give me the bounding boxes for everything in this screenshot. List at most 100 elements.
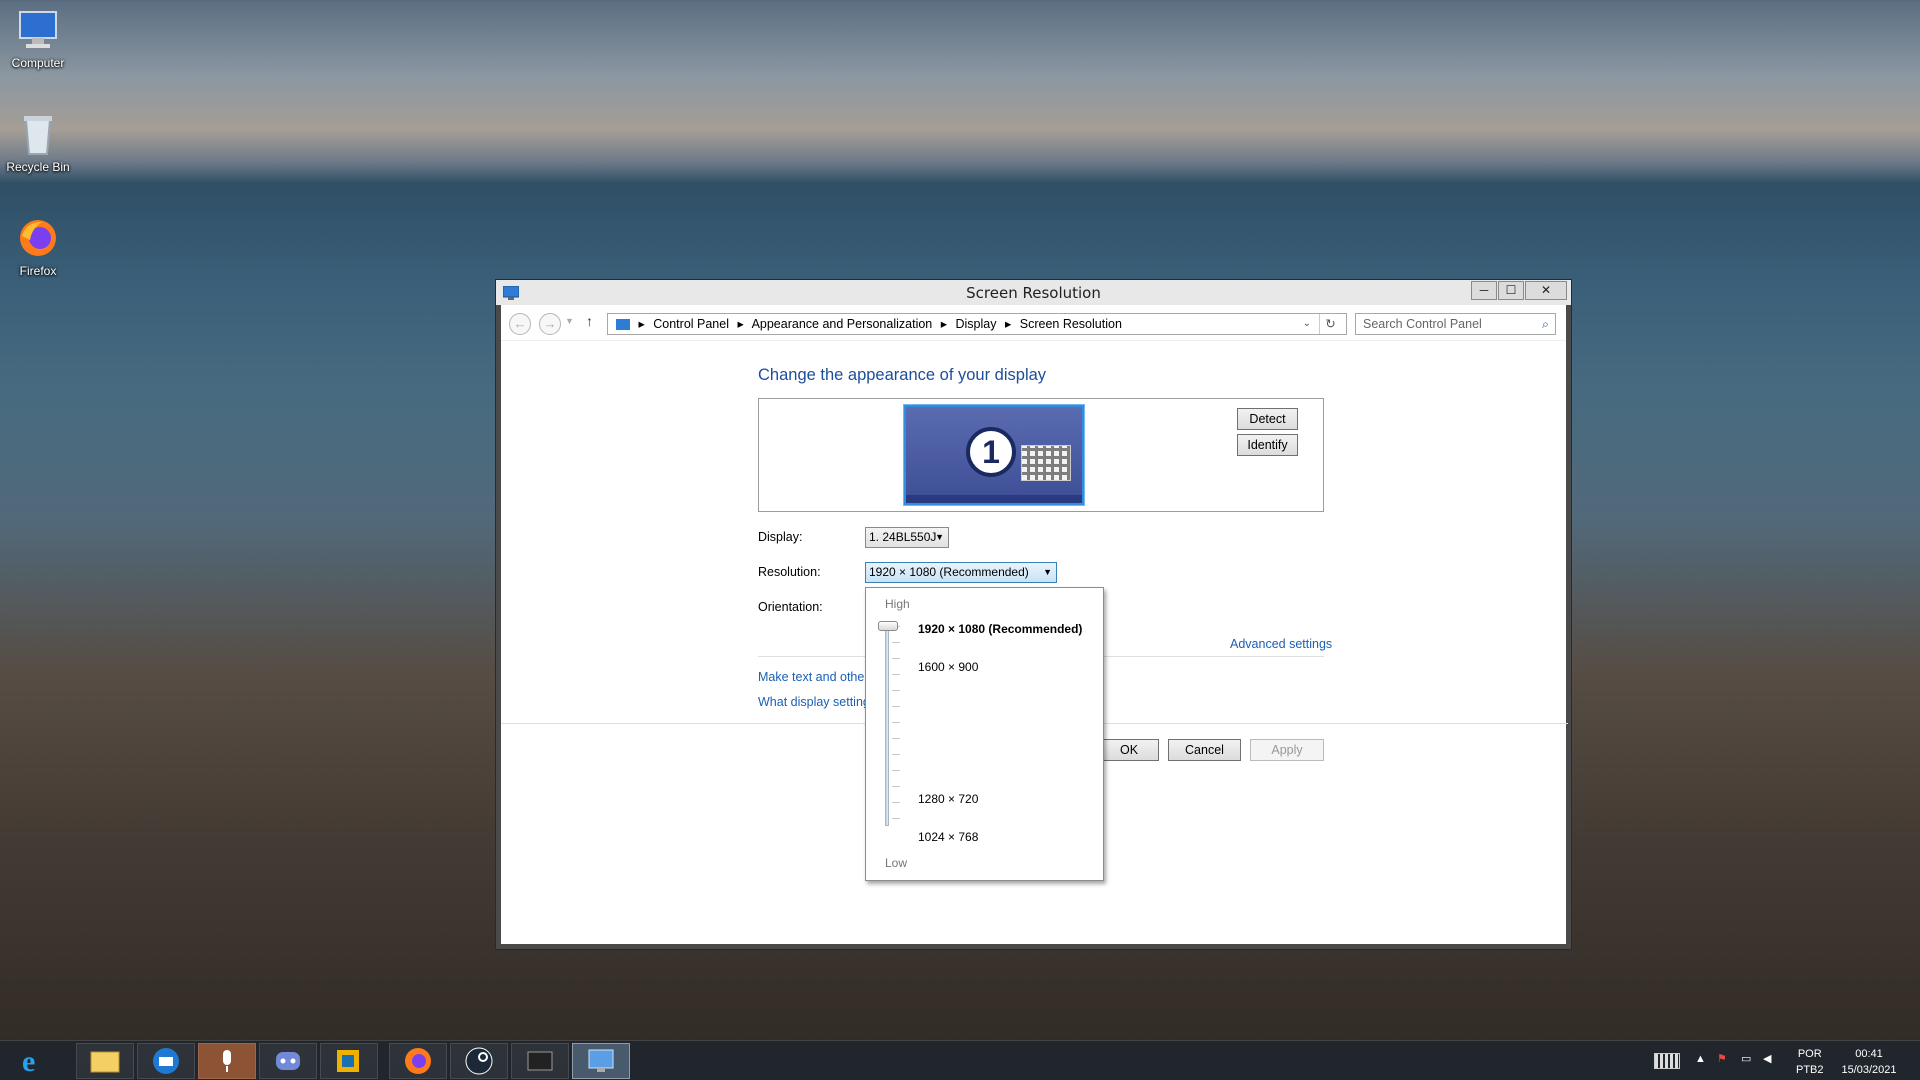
taskbar-internet-explorer[interactable]: e xyxy=(16,1043,74,1079)
detect-button[interactable]: Detect xyxy=(1237,408,1298,430)
terminal-icon xyxy=(527,1051,553,1071)
page-title: Change the appearance of your display xyxy=(758,366,1047,384)
resolution-dropdown: High 1920 × 1080 (Recommended) 1600 × 90… xyxy=(865,587,1104,881)
text-size-link[interactable]: Make text and other xyxy=(758,670,868,684)
clock[interactable]: 00:41 15/03/2021 xyxy=(1834,1046,1904,1078)
search-placeholder: Search Control Panel xyxy=(1363,317,1482,331)
thunderbird-icon xyxy=(153,1048,179,1074)
breadcrumb-screen-resolution[interactable]: Screen Resolution xyxy=(1020,317,1122,331)
resolution-option[interactable]: 1024 × 768 xyxy=(918,830,978,844)
search-icon[interactable]: ⌕ xyxy=(1542,314,1549,334)
desktop-icon-label: Firefox xyxy=(19,264,57,278)
control-panel-small-icon xyxy=(616,319,630,331)
clock-date: 15/03/2021 xyxy=(1841,1064,1897,1076)
cancel-button[interactable]: Cancel xyxy=(1168,739,1241,761)
breadcrumb-arrow-icon: ▸ xyxy=(1004,317,1012,331)
forward-button[interactable]: → xyxy=(539,313,561,335)
window-title: Screen Resolution xyxy=(966,284,1101,302)
maximize-button[interactable]: ☐ xyxy=(1498,281,1524,300)
show-hidden-icons-chevron-icon[interactable]: ▲ xyxy=(1695,1053,1706,1065)
firefox-icon xyxy=(20,220,56,256)
address-dropdown-icon[interactable]: ⌄ xyxy=(1303,314,1311,334)
monitor-number-badge: 1 xyxy=(966,427,1016,477)
breadcrumb-arrow-icon: ▸ xyxy=(638,317,645,331)
desktop-icon-firefox[interactable]: Firefox xyxy=(0,216,76,278)
computer-icon xyxy=(19,11,57,48)
internet-explorer-icon: e xyxy=(22,1045,35,1078)
keyboard-icon[interactable] xyxy=(1654,1053,1680,1069)
high-label: High xyxy=(885,597,910,611)
taskbar-thunderbird[interactable] xyxy=(137,1043,195,1079)
taskbar-discord[interactable] xyxy=(259,1043,317,1079)
resolution-option[interactable]: 1920 × 1080 (Recommended) xyxy=(918,622,1082,636)
chevron-down-icon: ▼ xyxy=(935,532,944,542)
discord-icon xyxy=(276,1052,300,1070)
title-bar[interactable]: Screen Resolution ─ ☐ ✕ xyxy=(496,280,1571,305)
display-value: 1. 24BL550J xyxy=(869,530,937,544)
firefox-icon xyxy=(405,1048,431,1074)
steam-icon xyxy=(465,1047,493,1075)
language-code: POR xyxy=(1797,1048,1822,1060)
breadcrumb-appearance[interactable]: Appearance and Personalization xyxy=(752,317,933,331)
monitor-1-thumbnail[interactable]: 1 xyxy=(904,405,1084,505)
desktop-icon-computer[interactable]: Computer xyxy=(0,8,76,70)
recent-pages-chevron-icon[interactable]: ▼ xyxy=(565,316,574,326)
back-button[interactable]: ← xyxy=(509,313,531,335)
identify-button[interactable]: Identify xyxy=(1237,434,1298,456)
resolution-label: Resolution: xyxy=(758,565,821,579)
close-button[interactable]: ✕ xyxy=(1525,281,1567,300)
refresh-icon[interactable]: ↻ xyxy=(1319,314,1341,334)
desktop-icon-label: Recycle Bin xyxy=(6,160,70,174)
navigation-bar: ← → ▼ ↑ ▸ Control Panel ▸ Appearance and… xyxy=(501,305,1566,341)
app-grid-icon xyxy=(1021,445,1071,481)
recycle-bin-icon xyxy=(24,116,52,155)
resolution-option[interactable]: 1600 × 900 xyxy=(918,660,978,674)
taskbar-microphone[interactable] xyxy=(198,1043,256,1079)
folder-icon xyxy=(90,1051,120,1073)
breadcrumb-control-panel[interactable]: Control Panel xyxy=(653,317,729,331)
taskbar-steam[interactable] xyxy=(450,1043,508,1079)
display-label: Display: xyxy=(758,530,803,544)
slider-thumb[interactable] xyxy=(878,621,898,631)
breadcrumb-arrow-icon: ▸ xyxy=(940,317,948,331)
monitor-number: 1 xyxy=(982,434,1000,470)
microphone-icon xyxy=(223,1050,231,1072)
svg-text:e: e xyxy=(22,1045,35,1077)
vmware-icon xyxy=(337,1050,359,1072)
taskbar: e ▲ ⚑ ▭ ◀ POR PTB2 00:41 15/03/2021 xyxy=(0,1040,1920,1080)
volume-icon[interactable]: ◀ xyxy=(1763,1052,1771,1065)
resolution-value: 1920 × 1080 (Recommended) xyxy=(869,565,1029,579)
desktop-icon-recycle-bin[interactable]: Recycle Bin xyxy=(0,112,76,174)
resolution-select[interactable]: 1920 × 1080 (Recommended) ▼ xyxy=(865,562,1057,583)
taskbar-strip xyxy=(906,495,1082,503)
taskbar-firefox[interactable] xyxy=(389,1043,447,1079)
display-select[interactable]: 1. 24BL550J ▼ xyxy=(865,527,949,548)
network-icon[interactable]: ▭ xyxy=(1741,1052,1751,1065)
screen-resolution-window: Screen Resolution ─ ☐ ✕ ← → ▼ ↑ ▸ Contro… xyxy=(495,279,1572,950)
keyboard-layout: PTB2 xyxy=(1796,1064,1824,1076)
taskbar-control-panel[interactable] xyxy=(572,1043,630,1079)
breadcrumb-display[interactable]: Display xyxy=(956,317,997,331)
orientation-label: Orientation: xyxy=(758,600,823,614)
action-center-flag-icon[interactable]: ⚑ xyxy=(1717,1052,1727,1065)
up-button[interactable]: ↑ xyxy=(586,313,593,329)
taskbar-terminal[interactable] xyxy=(511,1043,569,1079)
search-input[interactable]: Search Control Panel ⌕ xyxy=(1355,313,1556,335)
ok-button[interactable]: OK xyxy=(1099,739,1159,761)
taskbar-file-explorer[interactable] xyxy=(76,1043,134,1079)
advanced-settings-link[interactable]: Advanced settings xyxy=(1230,637,1332,651)
minimize-button[interactable]: ─ xyxy=(1471,281,1497,300)
language-indicator[interactable]: POR PTB2 xyxy=(1796,1046,1824,1078)
clock-time: 00:41 xyxy=(1855,1048,1883,1060)
apply-button: Apply xyxy=(1250,739,1324,761)
window-client: ← → ▼ ↑ ▸ Control Panel ▸ Appearance and… xyxy=(501,305,1568,944)
slider-track[interactable] xyxy=(885,626,889,826)
display-settings-link[interactable]: What display setting xyxy=(758,695,870,709)
desktop-icon-label: Computer xyxy=(11,56,65,70)
address-bar[interactable]: ▸ Control Panel ▸ Appearance and Persona… xyxy=(607,313,1347,335)
low-label: Low xyxy=(885,856,908,870)
taskbar-vmware[interactable] xyxy=(320,1043,378,1079)
control-panel-icon xyxy=(588,1049,614,1072)
resolution-option[interactable]: 1280 × 720 xyxy=(918,792,978,806)
chevron-down-icon: ▼ xyxy=(1043,567,1052,577)
